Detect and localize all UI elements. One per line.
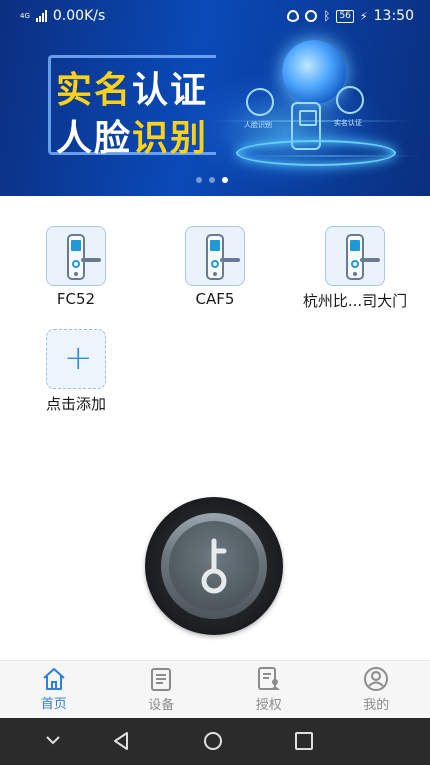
lock-handle: [360, 258, 380, 262]
device-name: CAF5: [195, 290, 235, 308]
back-icon[interactable]: [110, 730, 132, 752]
tab-label: 首页: [40, 697, 67, 712]
network-speed: 0.00K/s: [52, 8, 106, 24]
lock-handle: [81, 258, 101, 262]
home-nav-icon[interactable]: [202, 730, 224, 752]
carousel-dot: [209, 177, 215, 183]
battery-icon: 56: [336, 9, 354, 23]
carousel-indicator: [196, 177, 228, 183]
home-icon: [43, 668, 65, 690]
app-screen: 4G 0.00K/s ᛒ 56 ⚡ 13:50 实名认证 人脸识别 人脸识别 实…: [0, 0, 430, 765]
tab-profile[interactable]: 我的: [323, 661, 430, 718]
alarm-icon: [305, 10, 318, 22]
face-scan-icon: [246, 88, 274, 116]
hologram-illustration: 人脸识别 实名认证: [236, 40, 396, 180]
hologram-platform: [236, 140, 396, 166]
charging-icon: ⚡: [359, 9, 368, 23]
tab-label: 授权: [255, 698, 282, 713]
bluetooth-icon: ᛒ: [323, 9, 331, 23]
device-item[interactable]: 杭州比...司大门: [295, 226, 415, 311]
signal-icon: [35, 10, 47, 22]
real-name-caption: 实名认证: [334, 119, 362, 127]
device-tile[interactable]: [46, 226, 106, 286]
carousel-dot-active: [222, 177, 228, 183]
device-item[interactable]: FC52: [16, 226, 136, 308]
device-name: 杭州比...司大门: [302, 292, 408, 310]
user-icon: [364, 667, 389, 691]
face-caption: 人脸识别: [244, 121, 272, 129]
eye-icon: [287, 10, 300, 22]
slogan-text: 实名: [56, 70, 133, 111]
door-lock-icon: [67, 234, 85, 280]
tab-devices[interactable]: 设备: [108, 661, 216, 718]
network-label: 4G: [20, 12, 30, 20]
device-tile[interactable]: [325, 226, 385, 286]
hide-keyboard-icon[interactable]: [43, 730, 63, 750]
key-icon: [201, 538, 227, 594]
tab-home[interactable]: 首页: [0, 661, 108, 718]
unlock-button[interactable]: [145, 497, 283, 635]
add-device-item[interactable]: + 点击添加: [16, 329, 136, 414]
device-tile[interactable]: [185, 226, 245, 286]
door-lock-icon: [206, 234, 224, 280]
banner-slogan: 实名认证 人脸识别: [48, 55, 218, 159]
status-bar: 4G 0.00K/s ᛒ 56 ⚡ 13:50: [0, 0, 430, 32]
slogan-text: 认证: [132, 70, 209, 111]
bottom-tab-bar: 首页 设备 授权 我的: [0, 660, 430, 718]
add-device-label: 点击添加: [45, 395, 106, 413]
recents-icon[interactable]: [293, 730, 315, 752]
door-lock-icon: [346, 234, 364, 280]
clock-time: 13:50: [373, 8, 414, 24]
carousel-dot: [196, 177, 202, 183]
tab-label: 设备: [148, 698, 175, 713]
clipboard-icon: [151, 668, 172, 691]
tab-label: 我的: [363, 698, 390, 713]
promo-banner[interactable]: 4G 0.00K/s ᛒ 56 ⚡ 13:50 实名认证 人脸识别 人脸识别 实…: [0, 0, 430, 196]
id-card-icon: [336, 86, 364, 114]
device-name: FC52: [56, 290, 96, 308]
auth-doc-icon: [257, 667, 280, 690]
lock-handle: [220, 258, 240, 262]
slogan-text: 人脸: [56, 118, 133, 159]
slogan-text: 识别: [132, 118, 209, 159]
add-device-button[interactable]: +: [46, 329, 106, 389]
system-nav-bar: [0, 718, 430, 765]
plus-icon: +: [64, 338, 93, 378]
device-item[interactable]: CAF5: [155, 226, 275, 308]
tab-authorization[interactable]: 授权: [215, 661, 323, 718]
